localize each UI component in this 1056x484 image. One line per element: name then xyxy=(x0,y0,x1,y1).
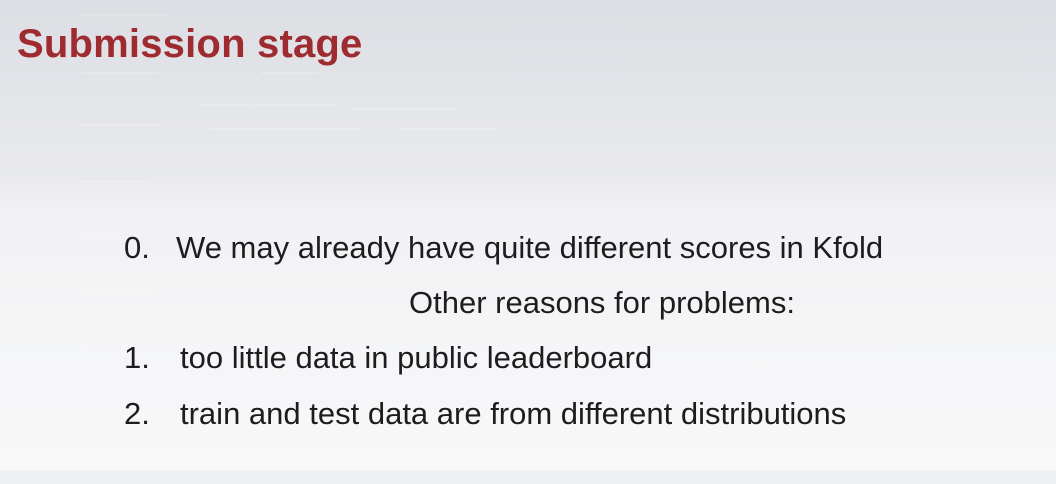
list-item-text: too little data in public leaderboard xyxy=(180,340,653,375)
slide: Submission stage 0. We may already have q… xyxy=(0,0,1056,484)
list-item-text: train and test data are from different d… xyxy=(180,396,847,431)
list-item-0: 0. We may already have quite different sc… xyxy=(124,230,883,266)
slide-title: Submission stage xyxy=(17,22,363,66)
list-item-number: 2. xyxy=(124,396,150,431)
list-item-number: 0. xyxy=(124,230,150,265)
list-item-number: 1. xyxy=(124,340,150,375)
subheading: Other reasons for problems: xyxy=(409,285,795,320)
list-item-2: 2. train and test data are from different… xyxy=(124,396,846,432)
list-item-text: We may already have quite different scor… xyxy=(176,230,884,265)
list-item-1: 1. too little data in public leaderboard xyxy=(124,340,652,376)
